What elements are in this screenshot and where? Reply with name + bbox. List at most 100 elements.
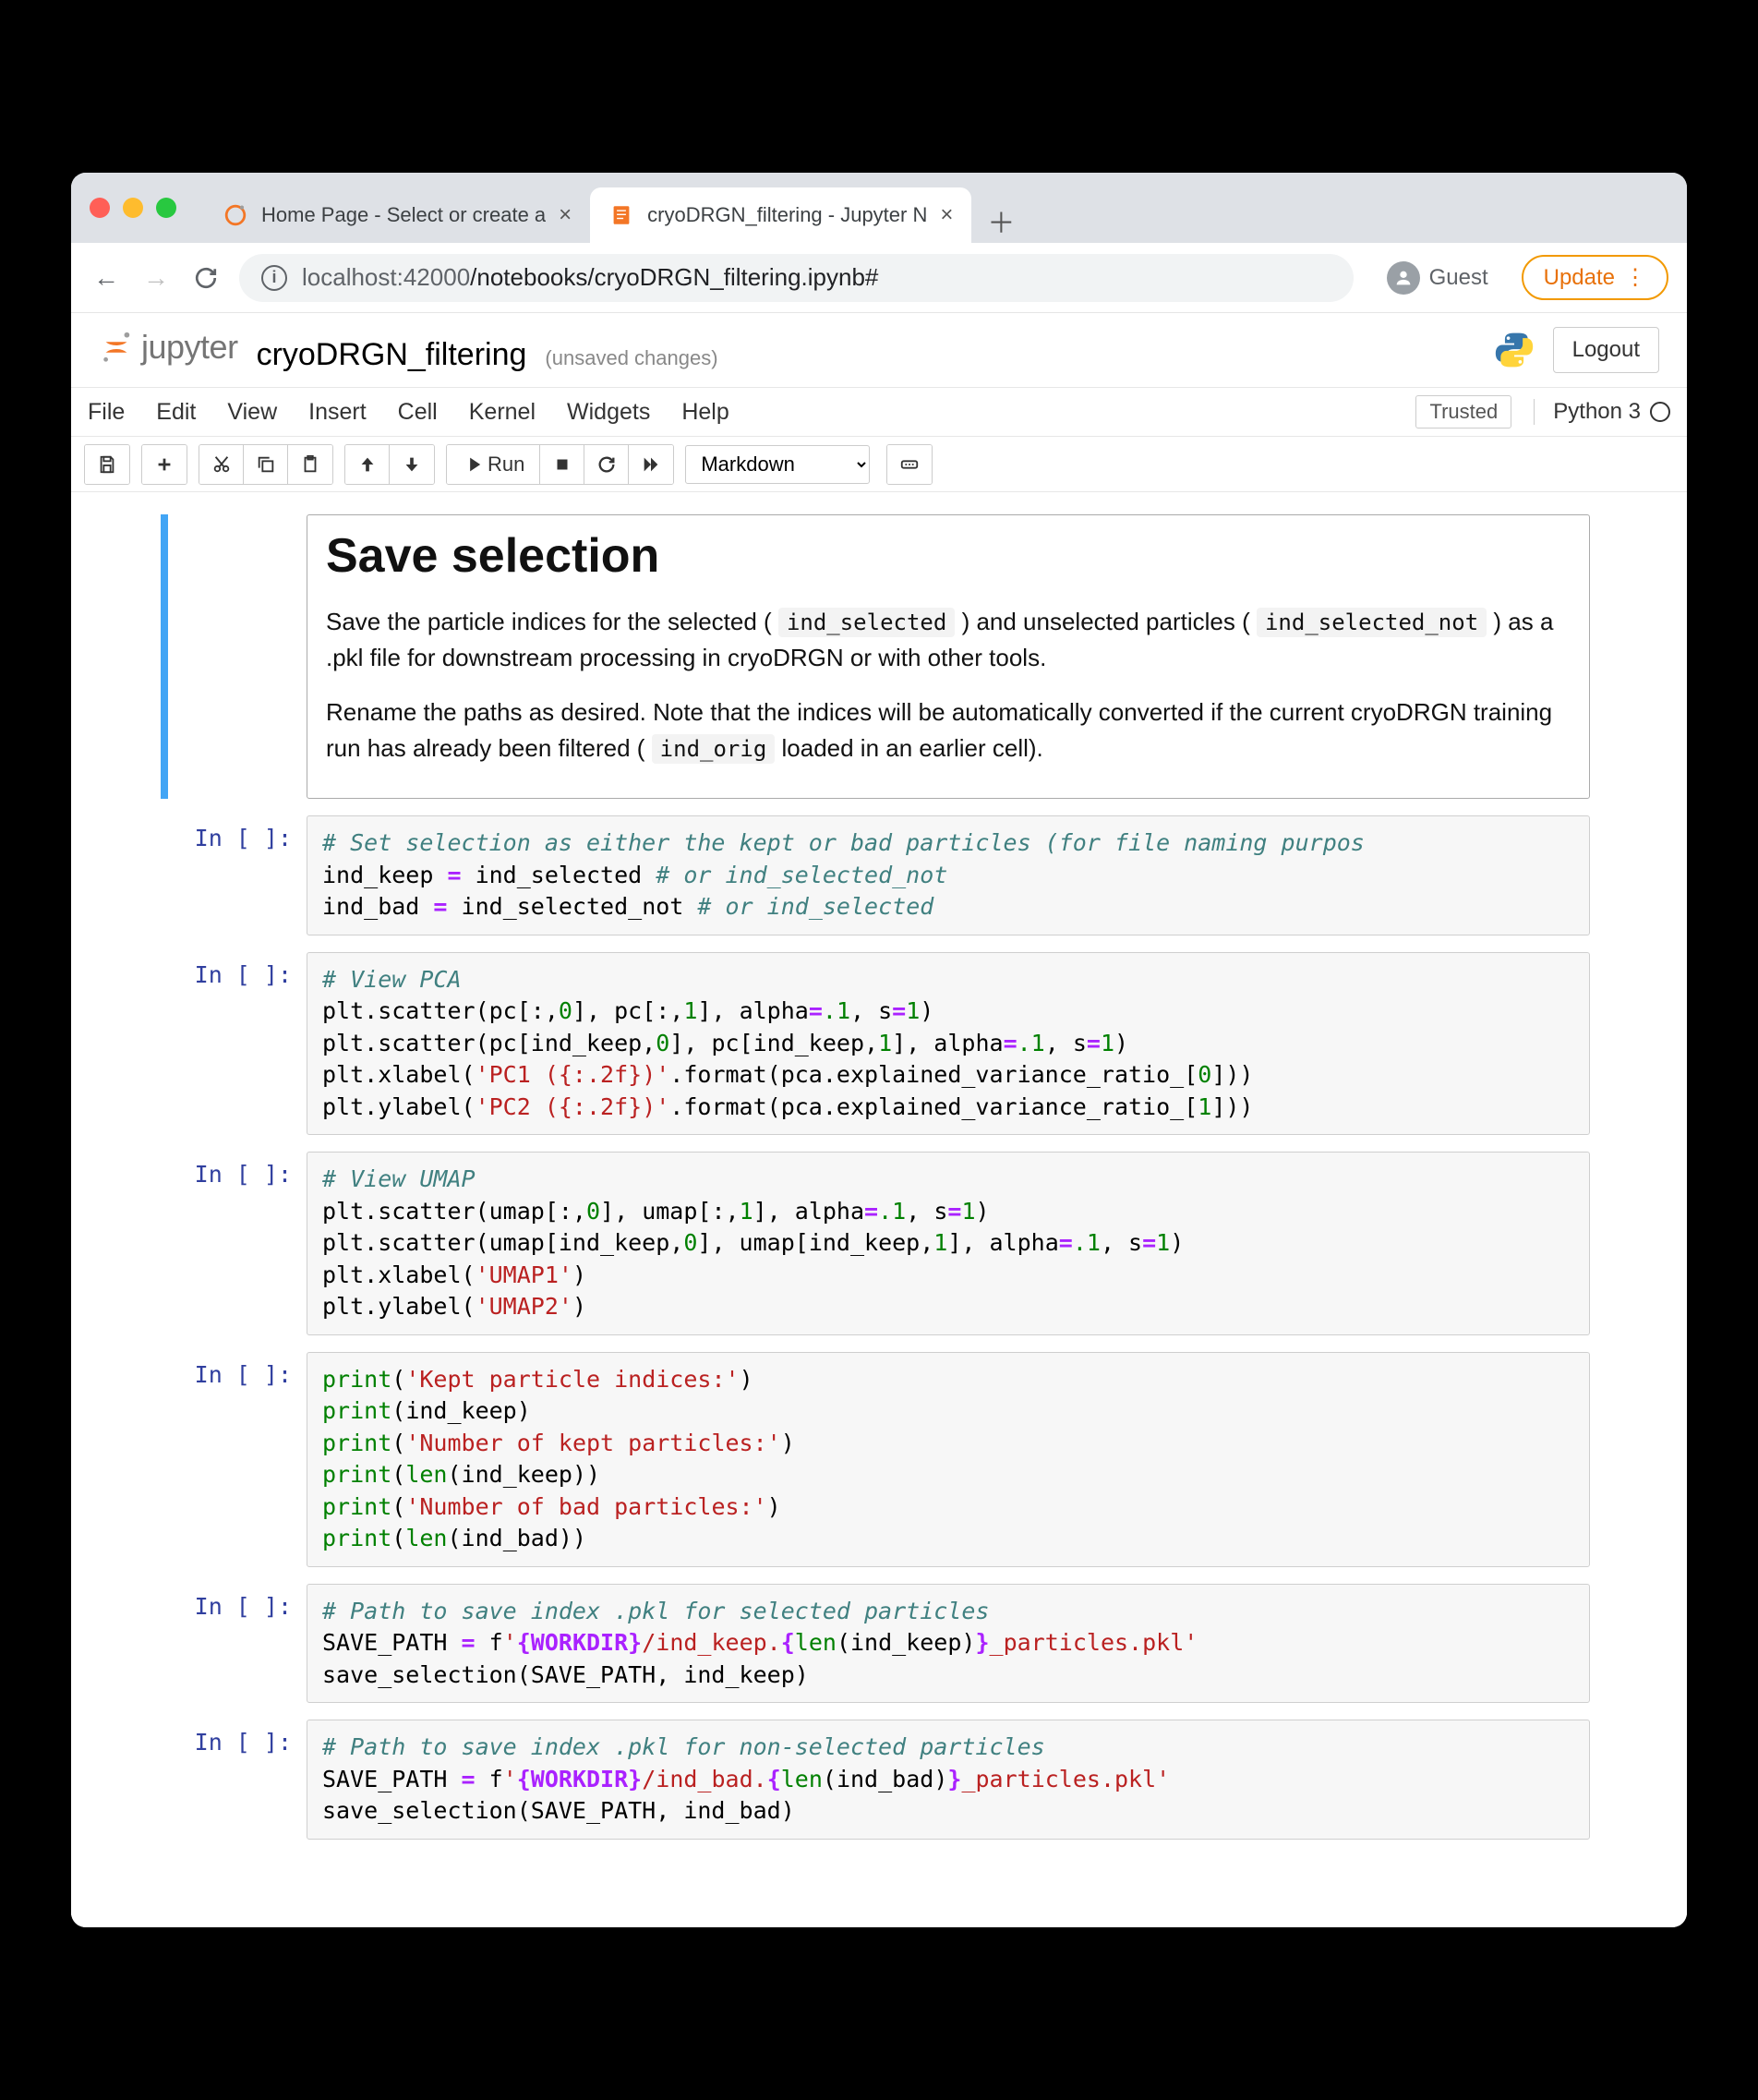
interrupt-button[interactable] xyxy=(540,445,584,484)
more-icon: ⋮ xyxy=(1624,264,1646,291)
close-tab-icon[interactable]: × xyxy=(559,202,572,228)
guest-avatar-icon xyxy=(1387,261,1420,295)
code-cell[interactable]: In [ ]: # Path to save index .pkl for no… xyxy=(168,1720,1590,1840)
paste-button[interactable] xyxy=(288,445,332,484)
jupyter-logo[interactable]: jupyter xyxy=(99,328,238,367)
inline-code: ind_orig xyxy=(652,734,776,764)
jupyter-header: jupyter cryoDRGN_filtering (unsaved chan… xyxy=(71,313,1687,387)
markdown-paragraph: Rename the paths as desired. Note that t… xyxy=(326,694,1571,766)
markdown-paragraph: Save the particle indices for the select… xyxy=(326,604,1571,676)
window-controls xyxy=(90,198,176,218)
menu-view[interactable]: View xyxy=(227,399,277,426)
cell-prompt: In [ ]: xyxy=(168,952,307,1136)
notebook-inner: Save selection Save the particle indices… xyxy=(168,514,1590,1840)
cell-prompt: In [ ]: xyxy=(168,1352,307,1567)
jupyter-logo-icon xyxy=(99,330,134,365)
browser-tabs: Home Page - Select or create a × cryoDRG… xyxy=(204,173,1668,243)
copy-button[interactable] xyxy=(244,445,288,484)
notebook-area[interactable]: Save selection Save the particle indices… xyxy=(71,492,1687,1927)
maximize-window-button[interactable] xyxy=(156,198,176,218)
code-input[interactable]: # Set selection as either the kept or ba… xyxy=(307,815,1590,935)
address-bar: ← → i localhost:42000/notebooks/cryoDRGN… xyxy=(71,243,1687,313)
code-cell[interactable]: In [ ]: # View PCA plt.scatter(pc[:,0], … xyxy=(168,952,1590,1136)
tab-title: Home Page - Select or create a xyxy=(261,203,546,227)
menu-widgets[interactable]: Widgets xyxy=(567,399,650,426)
logout-button[interactable]: Logout xyxy=(1553,327,1659,373)
markdown-body: Save selection Save the particle indices… xyxy=(307,514,1590,799)
cell-prompt: In [ ]: xyxy=(168,1720,307,1840)
cell-prompt: In [ ]: xyxy=(168,1584,307,1704)
jupyter-header-left: jupyter cryoDRGN_filtering (unsaved chan… xyxy=(99,328,718,373)
restart-run-all-button[interactable] xyxy=(629,445,673,484)
inline-code: ind_selected xyxy=(778,608,955,637)
menu-file[interactable]: File xyxy=(88,399,125,426)
code-cell[interactable]: In [ ]: # Set selection as either the ke… xyxy=(168,815,1590,935)
close-tab-icon[interactable]: × xyxy=(940,202,953,228)
code-cell[interactable]: In [ ]: print('Kept particle indices:') … xyxy=(168,1352,1590,1567)
menubar: File Edit View Insert Cell Kernel Widget… xyxy=(71,387,1687,437)
cell-prompt: In [ ]: xyxy=(168,1152,307,1335)
code-input[interactable]: # Path to save index .pkl for selected p… xyxy=(307,1584,1590,1704)
autosave-status: (unsaved changes) xyxy=(545,346,717,370)
page-content: jupyter cryoDRGN_filtering (unsaved chan… xyxy=(71,313,1687,1927)
kernel-status-icon xyxy=(1650,402,1670,422)
save-button[interactable] xyxy=(85,445,129,484)
url-path: /notebooks/cryoDRGN_filtering.ipynb# xyxy=(470,263,878,291)
update-button[interactable]: Update ⋮ xyxy=(1522,255,1668,300)
browser-tab-home[interactable]: Home Page - Select or create a × xyxy=(204,187,590,243)
url-field[interactable]: i localhost:42000/notebooks/cryoDRGN_fil… xyxy=(239,254,1354,302)
update-label: Update xyxy=(1544,265,1615,291)
command-palette-button[interactable] xyxy=(887,445,932,484)
kernel-name: Python 3 xyxy=(1553,399,1641,425)
new-tab-button[interactable]: ＋ xyxy=(979,199,1023,243)
tab-title: cryoDRGN_filtering - Jupyter N xyxy=(647,203,927,227)
code-cell[interactable]: In [ ]: # Path to save index .pkl for se… xyxy=(168,1584,1590,1704)
menu-cell[interactable]: Cell xyxy=(398,399,438,426)
profile-chip[interactable]: Guest xyxy=(1370,256,1505,300)
code-cell[interactable]: In [ ]: # View UMAP plt.scatter(umap[:,0… xyxy=(168,1152,1590,1335)
kernel-indicator[interactable]: Python 3 xyxy=(1534,399,1670,425)
reload-button[interactable] xyxy=(189,261,223,295)
move-down-button[interactable] xyxy=(390,445,434,484)
notebook-name[interactable]: cryoDRGN_filtering xyxy=(257,337,527,373)
code-input[interactable]: # View UMAP plt.scatter(umap[:,0], umap[… xyxy=(307,1152,1590,1335)
menubar-left: File Edit View Insert Cell Kernel Widget… xyxy=(88,399,729,426)
markdown-heading: Save selection xyxy=(326,528,1571,584)
menubar-right: Trusted Python 3 xyxy=(1415,395,1670,428)
menu-kernel[interactable]: Kernel xyxy=(469,399,536,426)
jupyter-header-right: Logout xyxy=(1494,327,1659,373)
titlebar: Home Page - Select or create a × cryoDRG… xyxy=(71,173,1687,243)
back-button[interactable]: ← xyxy=(90,261,123,295)
site-info-icon[interactable]: i xyxy=(261,265,287,291)
close-window-button[interactable] xyxy=(90,198,110,218)
restart-button[interactable] xyxy=(584,445,629,484)
cell-prompt: In [ ]: xyxy=(168,815,307,935)
markdown-cell[interactable]: Save selection Save the particle indices… xyxy=(161,514,1590,799)
jupyter-favicon-icon xyxy=(223,202,248,228)
cut-button[interactable] xyxy=(199,445,244,484)
jupyter-brand: jupyter xyxy=(141,328,238,367)
inline-code: ind_selected_not xyxy=(1257,608,1487,637)
url-host: localhost xyxy=(302,263,397,291)
python-logo-icon xyxy=(1494,330,1535,370)
run-button[interactable]: Run xyxy=(447,445,540,484)
menu-insert[interactable]: Insert xyxy=(308,399,367,426)
cell-type-select[interactable]: Markdown xyxy=(685,445,870,484)
trusted-badge[interactable]: Trusted xyxy=(1415,395,1511,428)
add-cell-button[interactable] xyxy=(142,445,187,484)
notebook-favicon-icon xyxy=(608,202,634,228)
menu-help[interactable]: Help xyxy=(681,399,728,426)
forward-button[interactable]: → xyxy=(139,261,173,295)
minimize-window-button[interactable] xyxy=(123,198,143,218)
code-input[interactable]: # View PCA plt.scatter(pc[:,0], pc[:,1],… xyxy=(307,952,1590,1136)
browser-tab-notebook[interactable]: cryoDRGN_filtering - Jupyter N × xyxy=(590,187,971,243)
profile-label: Guest xyxy=(1429,265,1488,291)
code-input[interactable]: print('Kept particle indices:') print(in… xyxy=(307,1352,1590,1567)
browser-window: Home Page - Select or create a × cryoDRG… xyxy=(71,173,1687,1927)
move-up-button[interactable] xyxy=(345,445,390,484)
code-input[interactable]: # Path to save index .pkl for non-select… xyxy=(307,1720,1590,1840)
run-label: Run xyxy=(488,453,524,477)
menu-edit[interactable]: Edit xyxy=(156,399,196,426)
url-port: :42000 xyxy=(397,263,471,291)
toolbar: Run Markdown xyxy=(71,437,1687,492)
